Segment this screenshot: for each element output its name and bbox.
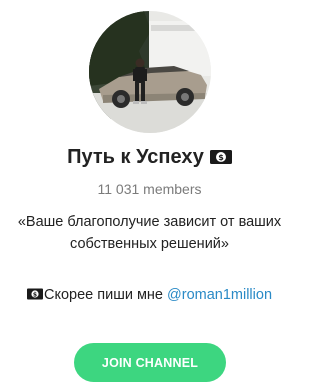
channel-contact-line: $ Скорее пиши мне @roman1million xyxy=(0,287,299,304)
avatar-photo xyxy=(89,11,211,133)
join-channel-label: JOIN CHANNEL xyxy=(101,355,199,370)
contact-text: Скорее пиши мне xyxy=(43,287,168,303)
channel-avatar[interactable] xyxy=(89,11,211,133)
money-with-dollar-icon: $ xyxy=(26,288,43,304)
svg-text:$: $ xyxy=(33,291,37,298)
channel-description: «Ваше благополучие зависит от ваших собс… xyxy=(17,214,282,252)
channel-card: Путь к Успеху $ 11 031 members «Ваше бла… xyxy=(0,0,299,390)
member-count: 11 031 members xyxy=(97,181,202,197)
svg-text:$: $ xyxy=(218,153,224,162)
channel-title-row: Путь к Успеху $ xyxy=(0,146,299,171)
channel-title: Путь к Успеху xyxy=(67,146,204,168)
contact-username-link[interactable]: @roman1million xyxy=(167,287,272,303)
join-channel-button[interactable]: JOIN CHANNEL xyxy=(74,343,226,382)
money-with-dollar-icon: $ xyxy=(209,148,232,171)
